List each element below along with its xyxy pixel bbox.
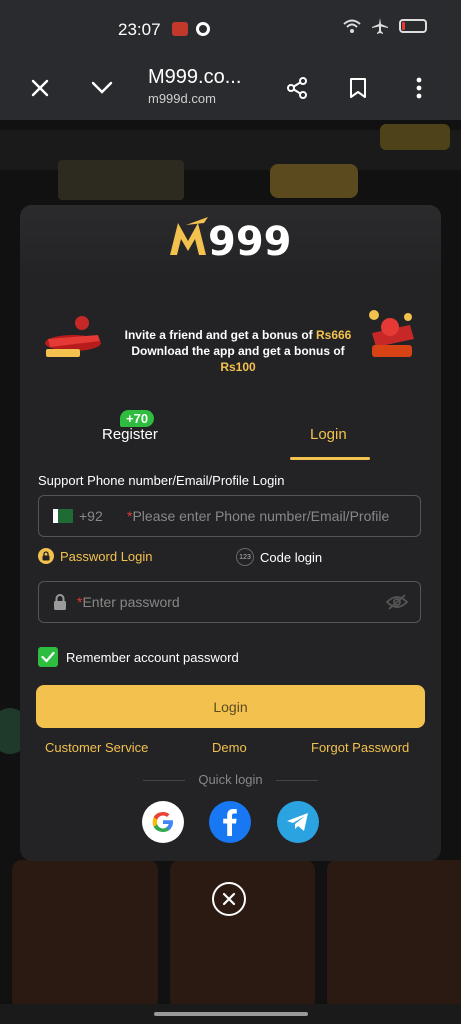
password-login-label: Password Login (60, 548, 153, 564)
social-login-row (20, 801, 441, 845)
account-placeholder-text: Please enter Phone number/Email/Profile (132, 508, 390, 524)
bookmark-icon[interactable] (340, 70, 376, 106)
password-placeholder-text: Enter password (82, 594, 180, 610)
status-time: 23:07 (118, 20, 161, 39)
bg-button-top (380, 124, 450, 150)
active-tab-indicator (290, 457, 370, 460)
bg-button (270, 164, 358, 198)
country-code[interactable]: +92 (79, 508, 103, 524)
divider-line (276, 780, 318, 781)
battery-icon (399, 19, 427, 33)
bg-tile (12, 860, 158, 1004)
code-login-option[interactable]: 123 Code login (236, 548, 322, 566)
promo-banner[interactable]: Invite a friend and get a bonus of Rs666… (42, 305, 420, 377)
more-menu-icon[interactable] (401, 70, 437, 106)
account-input[interactable]: +92 *Please enter Phone number/Email/Pro… (38, 495, 421, 537)
close-modal-button[interactable] (212, 882, 246, 916)
login-mode-row: Password Login 123 Code login (38, 548, 421, 570)
login-field-label: Support Phone number/Email/Profile Login (38, 473, 285, 488)
promo-line1-text: Invite a friend and get a bonus of (124, 328, 316, 342)
google-login-button[interactable] (142, 801, 184, 843)
register-bonus-badge: +70 (120, 410, 155, 427)
lock-icon (38, 548, 54, 564)
footer-links: Customer Service Demo Forgot Password (20, 740, 441, 758)
notification-app-icon (172, 22, 188, 36)
facebook-icon (223, 809, 237, 836)
login-modal: 999 Invite a friend and get a bonus of R… (20, 205, 441, 861)
promo-line2-amount: Rs100 (220, 360, 256, 374)
wifi-icon (343, 19, 361, 33)
airplane-icon (372, 18, 388, 34)
auth-tabs: +70 Register Login (20, 410, 441, 460)
close-tab-icon[interactable] (22, 70, 58, 106)
account-placeholder: *Please enter Phone number/Email/Profile (127, 508, 389, 524)
quick-login-label: Quick login (198, 772, 263, 787)
demo-link[interactable]: Demo (212, 740, 247, 755)
bg-logo (58, 160, 184, 200)
login-button[interactable]: Login (36, 685, 425, 728)
page-title[interactable]: M999.co... (148, 66, 241, 89)
code-123-icon: 123 (236, 548, 254, 566)
browser-toolbar: M999.co... m999d.com (0, 58, 461, 120)
svg-text:999: 999 (208, 219, 292, 261)
divider-line (143, 780, 185, 781)
tab-register[interactable]: Register (102, 426, 158, 443)
status-bar: 23:07 (0, 0, 461, 58)
bg-tile (169, 860, 316, 1004)
telegram-login-button[interactable] (277, 801, 319, 843)
promo-text: Invite a friend and get a bonus of Rs666… (114, 327, 362, 375)
facebook-login-button[interactable] (209, 801, 251, 843)
bg-tile (327, 860, 461, 1004)
remember-checkbox[interactable] (38, 647, 58, 667)
checkmark-icon (41, 651, 55, 663)
lock-icon (54, 594, 66, 610)
tab-login[interactable]: Login (310, 426, 347, 443)
gesture-handle[interactable] (154, 1012, 308, 1016)
eye-off-icon[interactable] (386, 593, 408, 611)
promo-line2-text: Download the app and get a bonus of (131, 344, 345, 358)
quick-login-divider: Quick login (20, 772, 441, 788)
pakistan-flag-icon[interactable] (53, 509, 73, 523)
page-url[interactable]: m999d.com (148, 91, 216, 106)
share-icon[interactable] (279, 70, 315, 106)
close-icon (222, 892, 236, 906)
password-login-option[interactable]: Password Login (38, 548, 153, 564)
promo-line1-amount: Rs666 (315, 328, 352, 342)
password-placeholder: *Enter password (77, 594, 180, 610)
remember-password-row[interactable]: Remember account password (38, 647, 239, 667)
telegram-icon (287, 813, 308, 831)
system-nav-bar (0, 1004, 461, 1024)
chevron-down-icon[interactable] (84, 70, 120, 106)
password-input[interactable]: *Enter password (38, 581, 421, 623)
chrome-icon (196, 22, 210, 36)
status-icons (343, 18, 427, 34)
wild-badge-icon (369, 310, 414, 357)
customer-service-link[interactable]: Customer Service (45, 740, 148, 755)
m999-logo: 999 (170, 217, 292, 261)
code-login-label: Code login (260, 549, 323, 565)
forgot-password-link[interactable]: Forgot Password (311, 740, 409, 755)
aviator-plane-icon (45, 316, 101, 357)
google-icon (152, 812, 173, 832)
remember-label: Remember account password (66, 649, 239, 665)
